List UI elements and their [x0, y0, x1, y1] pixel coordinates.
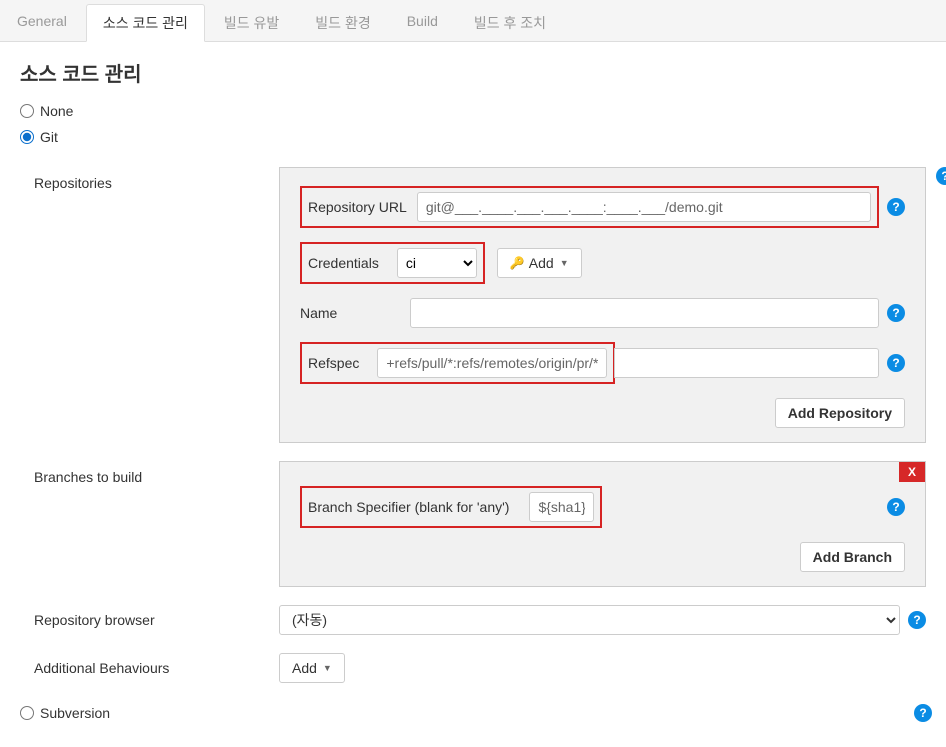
repo-url-label: Repository URL: [308, 199, 407, 215]
radio-subversion[interactable]: [20, 706, 34, 720]
branch-specifier-label: Branch Specifier (blank for 'any'): [308, 499, 509, 515]
branches-label: Branches to build: [34, 461, 279, 485]
branches-box: X Branch Specifier (blank for 'any') ? A…: [279, 461, 926, 587]
refspec-label: Refspec: [308, 355, 359, 371]
repositories-section: Repositories ? Repository URL ? Credenti…: [34, 167, 926, 443]
chevron-down-icon: ▼: [323, 663, 332, 673]
config-tabs: General 소스 코드 관리 빌드 유발 빌드 환경 Build 빌드 후 …: [0, 0, 946, 42]
tab-scm[interactable]: 소스 코드 관리: [86, 4, 205, 42]
name-input[interactable]: [410, 298, 879, 328]
add-repository-button[interactable]: Add Repository: [775, 398, 905, 428]
tab-build-env[interactable]: 빌드 환경: [298, 4, 387, 41]
section-title: 소스 코드 관리: [0, 42, 946, 99]
help-icon[interactable]: ?: [887, 304, 905, 322]
branches-section: Branches to build X Branch Specifier (bl…: [34, 461, 926, 587]
help-icon[interactable]: ?: [936, 167, 946, 185]
branch-specifier-input[interactable]: [529, 492, 594, 522]
repo-browser-select[interactable]: (자동): [279, 605, 900, 635]
credentials-add-label: Add: [529, 255, 554, 271]
radio-git[interactable]: [20, 130, 34, 144]
credentials-row: Credentials ci 🔑 Add ▼: [300, 242, 905, 284]
repo-url-input[interactable]: [417, 192, 871, 222]
credentials-select[interactable]: ci: [397, 248, 477, 278]
repo-url-row: Repository URL ?: [300, 186, 905, 228]
refspec-input-tail[interactable]: [614, 348, 879, 378]
tab-general[interactable]: General: [0, 4, 84, 41]
help-icon[interactable]: ?: [914, 704, 932, 722]
repo-browser-label: Repository browser: [34, 612, 279, 628]
scm-option-none[interactable]: None: [20, 99, 926, 123]
chevron-down-icon: ▼: [560, 258, 569, 268]
radio-subversion-label: Subversion: [40, 705, 110, 721]
delete-branch-button[interactable]: X: [899, 462, 925, 482]
tab-triggers[interactable]: 빌드 유발: [207, 4, 296, 41]
repo-browser-section: Repository browser (자동) ?: [34, 605, 926, 635]
name-row: Name ?: [300, 298, 905, 328]
credentials-label: Credentials: [308, 255, 379, 271]
branch-specifier-row: Branch Specifier (blank for 'any') ?: [300, 486, 905, 528]
add-label: Add: [292, 660, 317, 676]
additional-behaviours-label: Additional Behaviours: [34, 660, 279, 676]
additional-behaviours-add-button[interactable]: Add ▼: [279, 653, 345, 683]
radio-git-label: Git: [40, 129, 58, 145]
add-branch-button[interactable]: Add Branch: [800, 542, 905, 572]
help-icon[interactable]: ?: [908, 611, 926, 629]
help-icon[interactable]: ?: [887, 498, 905, 516]
tab-post-build[interactable]: 빌드 후 조치: [457, 4, 563, 41]
name-label: Name: [300, 305, 410, 321]
help-icon[interactable]: ?: [887, 354, 905, 372]
credentials-add-button[interactable]: 🔑 Add ▼: [497, 248, 582, 278]
content: None Git Repositories ? Repository URL ?: [0, 99, 946, 747]
radio-none-label: None: [40, 103, 73, 119]
key-icon: 🔑: [510, 256, 525, 270]
scm-option-git[interactable]: Git: [20, 125, 926, 149]
scm-option-subversion[interactable]: Subversion ?: [20, 701, 926, 725]
radio-none[interactable]: [20, 104, 34, 118]
repositories-label: Repositories: [34, 167, 279, 191]
refspec-input-visible[interactable]: [377, 348, 607, 378]
help-icon[interactable]: ?: [887, 198, 905, 216]
additional-behaviours-section: Additional Behaviours Add ▼: [34, 653, 926, 683]
tab-build[interactable]: Build: [390, 4, 455, 41]
repositories-box: Repository URL ? Credentials ci 🔑: [279, 167, 926, 443]
refspec-row: Refspec ?: [300, 342, 905, 384]
